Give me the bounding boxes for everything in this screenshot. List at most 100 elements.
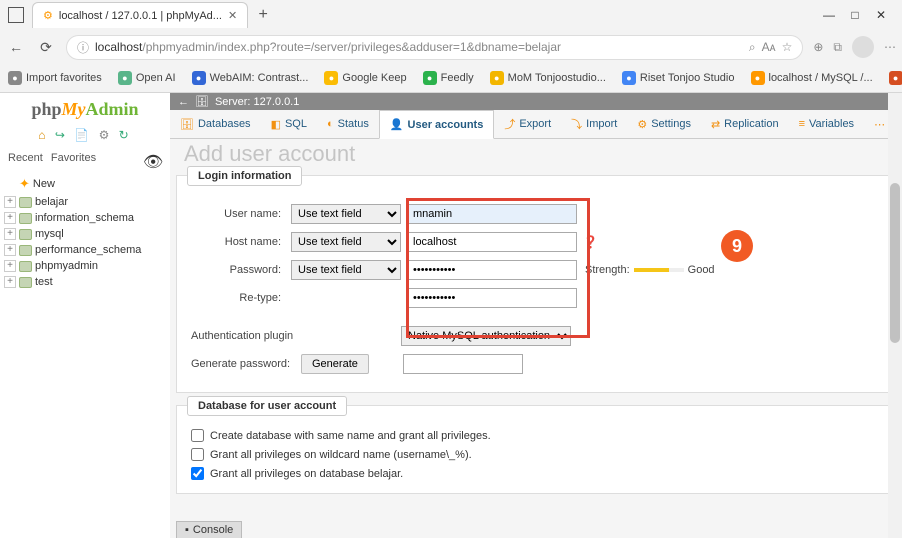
favorites-tab[interactable]: Favorites — [51, 152, 96, 164]
db-option[interactable]: Create database with same name and grant… — [191, 426, 881, 445]
password-mode-select[interactable]: Use text field — [291, 260, 401, 280]
db-tree-item[interactable]: +information_schema — [4, 210, 166, 226]
reload-tree-icon[interactable]: ↻ — [119, 128, 132, 142]
generated-password-input[interactable] — [403, 354, 523, 374]
top-tab-status[interactable]: ◐Status — [317, 110, 379, 138]
bookmark-icon: ● — [324, 71, 338, 85]
console-icon: ▪ — [185, 524, 189, 536]
tab-icon: 👤 — [390, 118, 404, 131]
nav-back[interactable]: ← — [6, 39, 26, 55]
collections-icon[interactable]: ⧉ — [833, 40, 842, 55]
site-info-icon[interactable]: ⓘ — [77, 39, 89, 56]
help-icon[interactable]: ❓ — [583, 235, 598, 249]
top-tab-variables[interactable]: ≡Variables — [789, 110, 864, 138]
collapse-icon[interactable]: 👁 — [143, 152, 163, 172]
db-option-checkbox[interactable] — [191, 467, 204, 480]
retype-label: Re-type: — [191, 292, 291, 304]
tree-expand-icon[interactable]: + — [4, 228, 16, 240]
sidebar: phpMyAdmin ⌂ ↪ 📄 ⚙ ↻ Recent Favorites 👁 … — [0, 93, 170, 538]
browser-more-icon[interactable]: ⋯ — [884, 40, 896, 54]
db-option[interactable]: Grant all privileges on database belajar… — [191, 464, 881, 483]
top-tab-user-accounts[interactable]: 👤User accounts — [379, 110, 495, 139]
logout-icon[interactable]: ↪ — [55, 128, 68, 142]
top-tab-databases[interactable]: 🗄Databases — [170, 110, 261, 138]
password-input[interactable] — [407, 260, 577, 280]
db-tree-item[interactable]: +mysql — [4, 226, 166, 242]
bookmark-item[interactable]: ●Google Keep — [324, 71, 406, 85]
recent-tab[interactable]: Recent — [8, 152, 43, 164]
bookmark-icon: ● — [192, 71, 206, 85]
logo-toolbar: ⌂ ↪ 📄 ⚙ ↻ — [0, 126, 170, 148]
tree-expand-icon[interactable]: + — [4, 260, 16, 272]
content-area: 🗄 Server: 127.0.0.1 🗄Databases◧SQL◐Statu… — [170, 93, 902, 538]
tree-expand-icon[interactable]: + — [4, 276, 16, 288]
bookmark-icon: ● — [490, 71, 504, 85]
generate-button[interactable]: Generate — [301, 354, 369, 374]
panel-title: Login information — [187, 166, 302, 186]
home-icon[interactable]: ⌂ — [38, 128, 48, 142]
bookmark-item[interactable]: ●Feedly — [423, 71, 474, 85]
db-option[interactable]: Grant all privileges on wildcard name (u… — [191, 445, 881, 464]
bookmark-item[interactable]: ●localhost / MySQL /... — [751, 71, 873, 85]
top-tab-replication[interactable]: ⇄Replication — [701, 110, 789, 138]
hostname-mode-select[interactable]: Use text field — [291, 232, 401, 252]
docs-icon[interactable]: 📄 — [74, 128, 92, 142]
db-tree-item[interactable]: +belajar — [4, 194, 166, 210]
bookmark-item[interactable]: ●WebAIM: Contrast... — [192, 71, 309, 85]
tree-expand-icon[interactable]: + — [4, 212, 16, 224]
db-tree-item[interactable]: +performance_schema — [4, 242, 166, 258]
bookmark-icon: ● — [423, 71, 437, 85]
address-bar[interactable]: ⓘ localhost/phpmyadmin/index.php?route=/… — [66, 35, 803, 60]
bookmark-icon: ● — [889, 71, 902, 85]
tree-expand-icon[interactable]: + — [4, 196, 16, 208]
tab-close-icon[interactable]: ✕ — [228, 9, 237, 22]
username-input[interactable] — [407, 204, 577, 224]
browser-tab[interactable]: ⚙ localhost / 127.0.0.1 | phpMyAd... ✕ — [32, 2, 248, 28]
bookmark-item[interactable]: ●Riset Tonjoo Studio — [622, 71, 735, 85]
top-tab-settings[interactable]: ⚙Settings — [627, 110, 701, 138]
hostname-label: Host name: — [191, 236, 291, 248]
bookmarks-bar: ●Import favorites ●Open AI ●WebAIM: Contra… — [0, 64, 902, 92]
nav-reload[interactable]: ⟳ — [36, 39, 56, 56]
bookmark-icon: ● — [118, 71, 132, 85]
settings-icon[interactable]: ⚙ — [99, 128, 113, 142]
gen-password-label: Generate password: — [191, 358, 301, 370]
server-breadcrumb[interactable]: 🗄 Server: 127.0.0.1 — [170, 93, 902, 110]
pma-logo[interactable]: phpMyAdmin — [0, 93, 170, 126]
db-option-checkbox[interactable] — [191, 448, 204, 461]
username-mode-select[interactable]: Use text field — [291, 204, 401, 224]
db-option-checkbox[interactable] — [191, 429, 204, 442]
scrollbar[interactable] — [888, 93, 902, 538]
tab-icon: 🗄 — [180, 118, 194, 131]
db-user-panel: Database for user account Create databas… — [176, 405, 896, 494]
addr-reading-icon[interactable]: Aᴀ — [762, 40, 776, 54]
profile-avatar[interactable] — [852, 36, 874, 58]
tree-new[interactable]: ✦New — [4, 174, 166, 194]
db-tree-item[interactable]: +phpmyadmin — [4, 258, 166, 274]
bookmark-item[interactable]: ●Open AI — [118, 71, 176, 85]
favorites-icon[interactable]: ⊕ — [813, 40, 823, 54]
addr-search-icon[interactable]: ⌕ — [749, 40, 756, 55]
tree-expand-icon[interactable]: + — [4, 244, 16, 256]
db-tree-item[interactable]: +test — [4, 274, 166, 290]
window-minimize[interactable]: — — [822, 8, 836, 22]
addr-star-icon[interactable]: ☆ — [782, 40, 793, 54]
new-tab-button[interactable]: + — [252, 4, 274, 26]
window-maximize[interactable]: □ — [848, 8, 862, 22]
top-tab-sql[interactable]: ◧SQL — [261, 110, 317, 138]
console-toggle[interactable]: ▪ Console — [176, 521, 242, 538]
hostname-input[interactable] — [407, 232, 577, 252]
window-close[interactable]: ✕ — [874, 8, 888, 22]
top-tab-export[interactable]: ⤴Export — [494, 110, 561, 138]
auth-plugin-select[interactable]: Native MySQL authentication — [401, 326, 571, 346]
window-panel-icon[interactable] — [8, 7, 24, 23]
database-icon — [19, 213, 32, 224]
tab-icon: ◧ — [271, 118, 281, 131]
retype-input[interactable] — [407, 288, 577, 308]
top-tab-import[interactable]: ⤵Import — [561, 110, 627, 138]
bookmark-item[interactable]: ●WP Admin — [889, 71, 902, 85]
bookmark-item[interactable]: ●MoM Tonjoostudio... — [490, 71, 606, 85]
url-text: localhost/phpmyadmin/index.php?route=/se… — [95, 40, 743, 54]
database-icon — [19, 261, 32, 272]
bookmark-item[interactable]: ●Import favorites — [8, 71, 102, 85]
